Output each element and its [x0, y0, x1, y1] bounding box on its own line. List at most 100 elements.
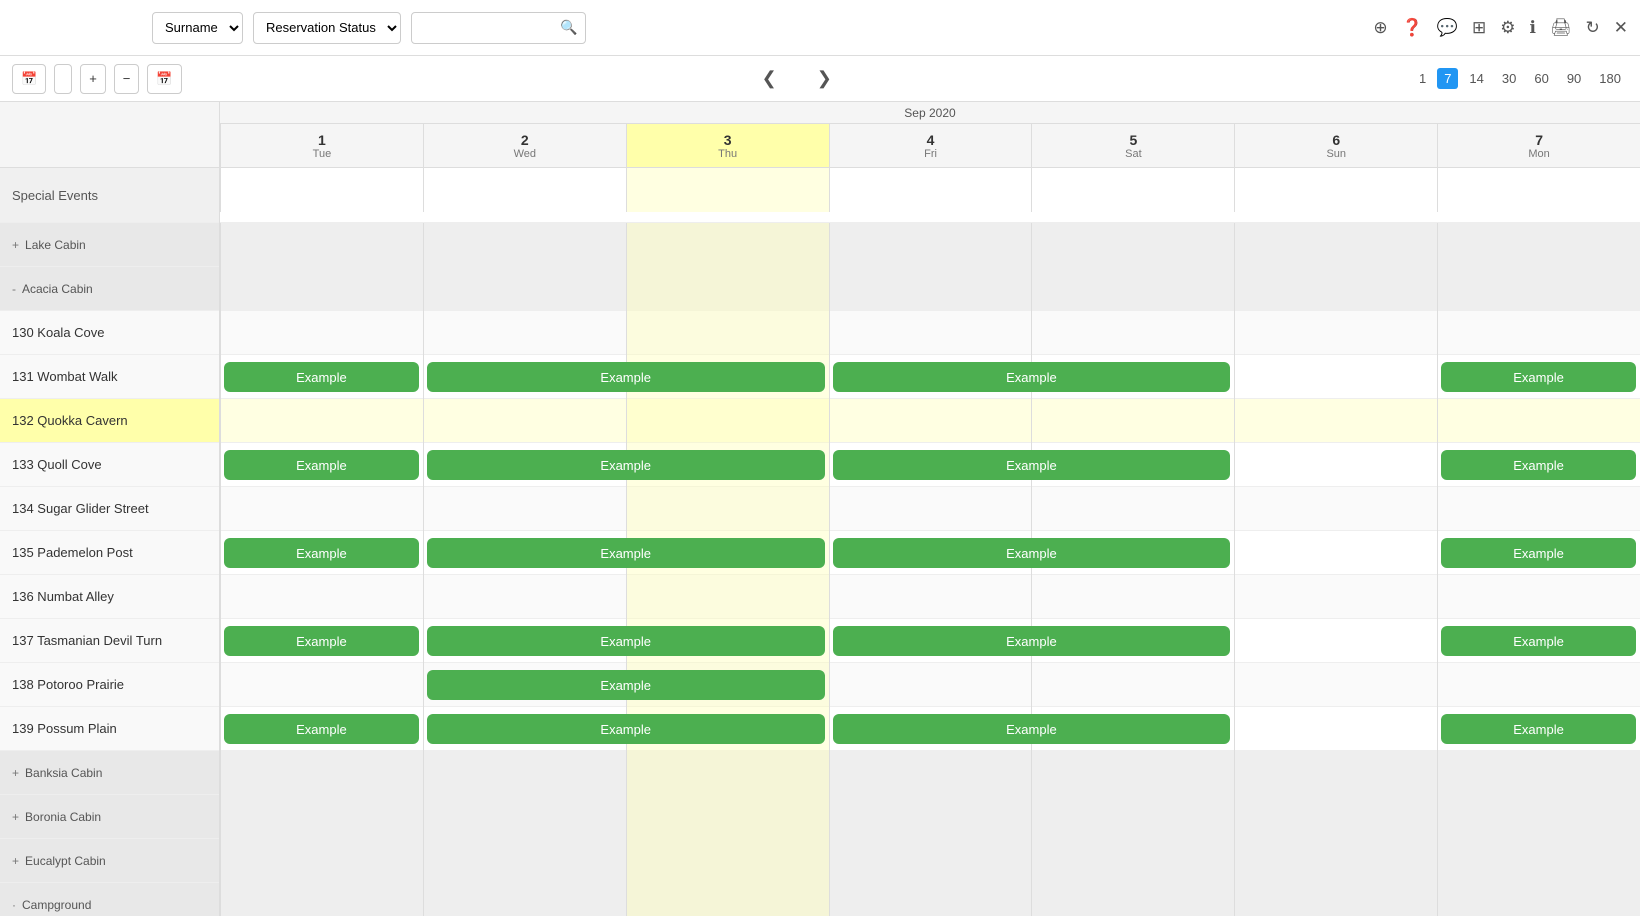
grid-cell-136-7[interactable]	[1437, 575, 1640, 619]
grid-cell-lake-cabin-3[interactable]	[626, 223, 829, 267]
grid-cell-138-7[interactable]	[1437, 663, 1640, 707]
grid-cell-lake-cabin-2[interactable]	[423, 223, 626, 267]
grid-cell-boronia-cabin-4[interactable]	[829, 795, 1032, 839]
close-icon[interactable]: ✕	[1614, 18, 1628, 38]
grid-cell-special-events-6[interactable]	[1234, 168, 1437, 212]
booking-block-133[interactable]: Example	[427, 450, 825, 480]
date-picker-button[interactable]: 📅	[147, 64, 181, 94]
sidebar-item-137[interactable]: 137 Tasmanian Devil Turn	[0, 619, 219, 663]
booking-block-133[interactable]: Example	[1441, 450, 1636, 480]
view-180-button[interactable]: 180	[1592, 68, 1628, 89]
grid-cell-eucalypt-cabin-7[interactable]	[1437, 839, 1640, 883]
sidebar-item-banksia-cabin[interactable]: + Banksia Cabin	[0, 751, 219, 795]
grid-cell-136-2[interactable]	[423, 575, 626, 619]
grid-cell-132-6[interactable]	[1234, 399, 1437, 443]
grid-cell-campground-3[interactable]	[626, 883, 829, 916]
grid-cell-special-events-3[interactable]	[626, 168, 829, 212]
grid-cell-acacia-cabin-3[interactable]	[626, 267, 829, 311]
sidebar-item-139[interactable]: 139 Possum Plain	[0, 707, 219, 751]
zoom-in-button[interactable]: +	[80, 64, 106, 94]
grid-cell-campground-7[interactable]	[1437, 883, 1640, 916]
grid-cell-132-3[interactable]	[626, 399, 829, 443]
view-14-button[interactable]: 14	[1462, 68, 1490, 89]
booking-block-135[interactable]: Example	[427, 538, 825, 568]
grid-cell-eucalypt-cabin-1[interactable]	[220, 839, 423, 883]
grid-cell-130-6[interactable]	[1234, 311, 1437, 355]
chat-icon[interactable]: 💬	[1437, 18, 1458, 38]
sidebar-item-133[interactable]: 133 Quoll Cove	[0, 443, 219, 487]
booking-block-135[interactable]: Example	[1441, 538, 1636, 568]
sidebar-item-136[interactable]: 136 Numbat Alley	[0, 575, 219, 619]
filter-input[interactable]	[420, 20, 560, 35]
grid-cell-136-4[interactable]	[829, 575, 1032, 619]
grid-cell-132-2[interactable]	[423, 399, 626, 443]
booking-block-138[interactable]: Example	[427, 670, 825, 700]
grid-cell-boronia-cabin-5[interactable]	[1031, 795, 1234, 839]
booking-block-131[interactable]: Example	[833, 362, 1231, 392]
grid-cell-134-5[interactable]	[1031, 487, 1234, 531]
grid-cell-eucalypt-cabin-4[interactable]	[829, 839, 1032, 883]
grid-cell-131-6[interactable]	[1234, 355, 1437, 399]
grid-cell-130-5[interactable]	[1031, 311, 1234, 355]
booking-block-137[interactable]: Example	[833, 626, 1231, 656]
grid-cell-banksia-cabin-4[interactable]	[829, 751, 1032, 795]
grid-cell-special-events-1[interactable]	[220, 168, 423, 212]
grid-cell-136-6[interactable]	[1234, 575, 1437, 619]
grid-cell-130-2[interactable]	[423, 311, 626, 355]
grid-cell-acacia-cabin-5[interactable]	[1031, 267, 1234, 311]
zoom-out-button[interactable]: −	[114, 64, 140, 94]
search-icon[interactable]: 🔍	[560, 19, 577, 36]
grid-cell-acacia-cabin-1[interactable]	[220, 267, 423, 311]
view-7-button[interactable]: 7	[1437, 68, 1458, 89]
grid-cell-138-6[interactable]	[1234, 663, 1437, 707]
grid-cell-special-events-4[interactable]	[829, 168, 1032, 212]
grid-cell-lake-cabin-5[interactable]	[1031, 223, 1234, 267]
grid-cell-campground-5[interactable]	[1031, 883, 1234, 916]
booking-block-139[interactable]: Example	[224, 714, 419, 744]
surname-select[interactable]: Surname	[152, 12, 243, 44]
grid-cell-acacia-cabin-2[interactable]	[423, 267, 626, 311]
grid-cell-132-7[interactable]	[1437, 399, 1640, 443]
grid-cell-boronia-cabin-7[interactable]	[1437, 795, 1640, 839]
grid-cell-138-1[interactable]	[220, 663, 423, 707]
sidebar-item-eucalypt-cabin[interactable]: + Eucalypt Cabin	[0, 839, 219, 883]
grid-cell-lake-cabin-6[interactable]	[1234, 223, 1437, 267]
booking-block-139[interactable]: Example	[1441, 714, 1636, 744]
sidebar-item-135[interactable]: 135 Pademelon Post	[0, 531, 219, 575]
grid-cell-138-4[interactable]	[829, 663, 1032, 707]
grid-cell-eucalypt-cabin-5[interactable]	[1031, 839, 1234, 883]
filter-icon[interactable]: ⊕	[1373, 18, 1387, 38]
calendar-icon-btn[interactable]: 📅	[12, 64, 46, 94]
booking-block-135[interactable]: Example	[833, 538, 1231, 568]
grid-cell-132-1[interactable]	[220, 399, 423, 443]
grid-cell-banksia-cabin-7[interactable]	[1437, 751, 1640, 795]
grid-cell-134-2[interactable]	[423, 487, 626, 531]
settings-icon[interactable]: ⚙	[1500, 18, 1515, 38]
booking-block-137[interactable]: Example	[224, 626, 419, 656]
grid-cell-130-3[interactable]	[626, 311, 829, 355]
grid-cell-eucalypt-cabin-2[interactable]	[423, 839, 626, 883]
next-button[interactable]: ❯	[809, 68, 840, 89]
grid-cell-134-7[interactable]	[1437, 487, 1640, 531]
booking-block-133[interactable]: Example	[224, 450, 419, 480]
refresh-icon[interactable]: ↻	[1586, 18, 1600, 38]
booking-block-139[interactable]: Example	[833, 714, 1231, 744]
grid-cell-boronia-cabin-6[interactable]	[1234, 795, 1437, 839]
grid-cell-special-events-2[interactable]	[423, 168, 626, 212]
booking-block-131[interactable]: Example	[427, 362, 825, 392]
grid-cell-137-6[interactable]	[1234, 619, 1437, 663]
grid-cell-special-events-5[interactable]	[1031, 168, 1234, 212]
booking-block-133[interactable]: Example	[833, 450, 1231, 480]
booking-block-135[interactable]: Example	[224, 538, 419, 568]
booking-block-139[interactable]: Example	[427, 714, 825, 744]
booking-block-137[interactable]: Example	[1441, 626, 1636, 656]
grid-cell-134-4[interactable]	[829, 487, 1032, 531]
grid-cell-special-events-7[interactable]	[1437, 168, 1640, 212]
grid-cell-132-4[interactable]	[829, 399, 1032, 443]
booking-block-131[interactable]: Example	[224, 362, 419, 392]
sidebar-item-boronia-cabin[interactable]: + Boronia Cabin	[0, 795, 219, 839]
booking-block-137[interactable]: Example	[427, 626, 825, 656]
view-90-button[interactable]: 90	[1560, 68, 1588, 89]
sidebar-item-lake-cabin[interactable]: + Lake Cabin	[0, 223, 219, 267]
grid-cell-campground-6[interactable]	[1234, 883, 1437, 916]
